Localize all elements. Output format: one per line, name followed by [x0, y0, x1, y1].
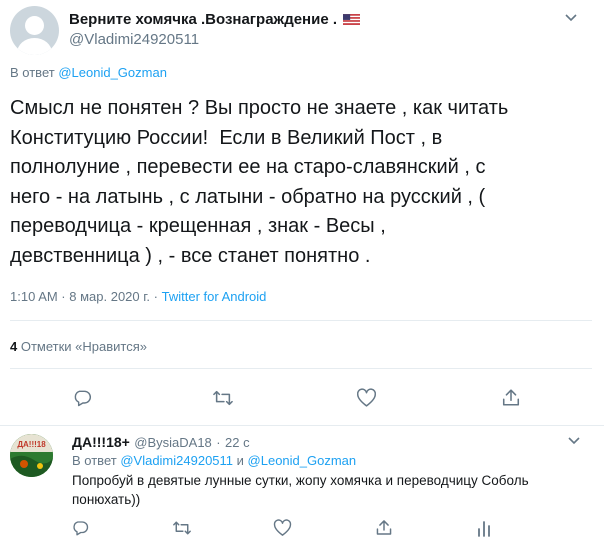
- reply-conj: и: [236, 453, 244, 468]
- avatar-head: [25, 16, 44, 35]
- divider: [10, 368, 592, 369]
- divider: [0, 425, 604, 426]
- likes-stat[interactable]: 4 Отметки «Нравится»: [10, 339, 147, 354]
- reply-to-line: В ответ @Leonid_Gozman: [10, 65, 167, 80]
- author-name-row[interactable]: Верните хомячка .Вознаграждение .: [69, 11, 361, 29]
- like-icon[interactable]: [273, 519, 292, 537]
- reply-author-handle[interactable]: @BysiaDA18: [134, 435, 212, 450]
- likes-count: 4: [10, 339, 18, 354]
- divider: [10, 320, 592, 321]
- avatar-body: [17, 38, 52, 55]
- share-icon[interactable]: [375, 518, 393, 537]
- like-icon[interactable]: [356, 388, 377, 408]
- reply-icon[interactable]: [71, 519, 89, 537]
- reply-author-avatar[interactable]: ДА!!!18: [10, 434, 53, 477]
- retweet-icon[interactable]: [212, 388, 234, 408]
- reply-time[interactable]: 22 с: [225, 435, 250, 450]
- reply-icon[interactable]: [72, 388, 92, 408]
- analytics-icon[interactable]: [476, 519, 492, 537]
- reply-avatar-text: ДА!!!18: [17, 440, 46, 449]
- author-avatar[interactable]: [10, 6, 59, 55]
- author-handle[interactable]: @Vladimi24920511: [69, 31, 199, 48]
- reply-prefix: В ответ: [10, 65, 55, 80]
- chevron-down-icon[interactable]: [568, 437, 580, 445]
- reply-to-link-2[interactable]: @Leonid_Gozman: [248, 453, 357, 468]
- share-icon[interactable]: [501, 387, 521, 408]
- reply-to-link-1[interactable]: @Vladimi24920511: [120, 453, 233, 468]
- reply-dot: ·: [216, 435, 221, 450]
- likes-label: Отметки «Нравится»: [20, 339, 147, 354]
- source-link[interactable]: Twitter for Android: [162, 289, 267, 304]
- timestamp[interactable]: 1:10 AM · 8 мар. 2020 г.: [10, 289, 150, 304]
- reply-to-link[interactable]: @Leonid_Gozman: [58, 65, 167, 80]
- tweet-text: Смысл не понятен ? Вы просто не знаете ,…: [10, 97, 509, 267]
- reply-prefix: В ответ: [72, 453, 117, 468]
- reply-header[interactable]: ДА!!!18+ @BysiaDA18 · 22 с: [72, 434, 250, 452]
- reply-reply-to-line: В ответ @Vladimi24920511 и @Leonid_Gozma…: [72, 453, 356, 468]
- chevron-down-icon[interactable]: [565, 14, 577, 22]
- author-name[interactable]: Верните хомячка .Вознаграждение .: [69, 11, 337, 28]
- retweet-icon[interactable]: [172, 519, 192, 537]
- meta-separator: ·: [153, 289, 158, 304]
- reply-author-name[interactable]: ДА!!!18+: [72, 434, 130, 450]
- tweet-meta: 1:10 AM · 8 мар. 2020 г. · Twitter for A…: [10, 289, 266, 304]
- reply-text: Попробуй в девятые лунные сутки, жопу хо…: [72, 473, 529, 507]
- us-flag-icon: [343, 14, 361, 26]
